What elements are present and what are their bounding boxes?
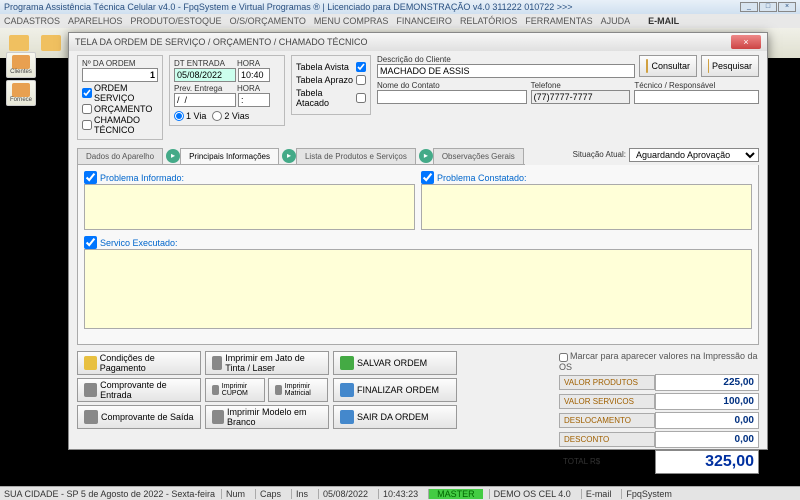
printer-icon (275, 385, 282, 395)
menu-aparelhos[interactable]: APARELHOS (68, 16, 122, 26)
chk-prob-constatado[interactable] (421, 171, 434, 184)
chk-atacado[interactable]: Tabela Atacado (296, 88, 366, 108)
radio-1via[interactable]: 1 Via (174, 111, 206, 121)
tab-principais-info[interactable]: Principais Informações (180, 148, 279, 164)
search-icon (708, 59, 709, 73)
printer-icon (84, 383, 97, 397)
printer-icon (212, 385, 219, 395)
arrow-icon: ▸ (419, 149, 433, 163)
arrow-icon: ▸ (166, 149, 180, 163)
menu-produto[interactable]: PRODUTO/ESTOQUE (130, 16, 221, 26)
exit-icon (340, 410, 354, 424)
chk-valores-impressao[interactable] (559, 353, 568, 362)
chk-aprazo[interactable]: Tabela Aprazo (296, 75, 366, 85)
window-close-button[interactable]: × (731, 35, 761, 49)
menu-email[interactable]: E-MAIL (648, 16, 679, 26)
check-icon (340, 383, 354, 397)
condicoes-button[interactable]: Condições de Pagamento (77, 351, 201, 375)
people-icon (12, 83, 30, 97)
sidebar-fornece[interactable]: Fornece (6, 80, 36, 106)
situacao-select[interactable]: Aguardando Aprovação (629, 148, 759, 162)
problema-informado-text[interactable] (84, 184, 415, 230)
status-master: MASTER (428, 489, 483, 499)
printer-icon (212, 410, 224, 424)
status-date: SUA CIDADE - SP 5 de Agosto de 2022 - Se… (4, 489, 215, 499)
menu-ajuda[interactable]: AJUDA (601, 16, 631, 26)
radio-2vias[interactable]: 2 Vias (212, 111, 249, 121)
salvar-button[interactable]: SALVAR ORDEM (333, 351, 457, 375)
maximize-button[interactable]: □ (759, 2, 777, 12)
check-icon (340, 356, 354, 370)
print-cupom-button[interactable]: Imprimir CUPOM (205, 378, 265, 402)
cliente-input[interactable] (377, 64, 635, 78)
chk-servico[interactable] (84, 236, 97, 249)
print-branco-button[interactable]: Imprimir Modelo em Branco (205, 405, 329, 429)
valor-servicos: 100,00 (655, 393, 759, 410)
printer-icon (84, 410, 98, 424)
chk-chamado[interactable]: CHAMADO TÉCNICO (82, 115, 158, 135)
close-button[interactable]: × (778, 2, 796, 12)
prev-dt-input[interactable] (174, 93, 236, 107)
order-num-input[interactable] (82, 68, 158, 82)
comp-entrada-button[interactable]: Comprovante de Entrada (77, 378, 201, 402)
valor-produtos: 225,00 (655, 374, 759, 391)
menu-cadastros[interactable]: CADASTROS (4, 16, 60, 26)
window-titlebar: TELA DA ORDEM DE SERVIÇO / ORÇAMENTO / C… (69, 33, 767, 51)
problema-constatado-text[interactable] (421, 184, 752, 230)
window-title: TELA DA ORDEM DE SERVIÇO / ORÇAMENTO / C… (75, 37, 368, 47)
main-panel: Problema Informado: Problema Constatado:… (77, 165, 759, 345)
coin-icon (84, 356, 97, 370)
tecnico-input[interactable] (634, 90, 759, 104)
menu-os[interactable]: O/S/ORÇAMENTO (230, 16, 306, 26)
contato-input[interactable] (377, 90, 527, 104)
app-titlebar: Programa Assistência Técnica Celular v4.… (0, 0, 800, 14)
tab-lista-produtos[interactable]: Lista de Produtos e Serviços (296, 148, 416, 164)
prev-hr-input[interactable] (238, 93, 270, 107)
finalizar-button[interactable]: FINALIZAR ORDEM (333, 378, 457, 402)
main-menu: CADASTROS APARELHOS PRODUTO/ESTOQUE O/S/… (0, 14, 800, 28)
chk-prob-informado[interactable] (84, 171, 97, 184)
print-matricial-button[interactable]: Imprimir Matricial (268, 378, 328, 402)
chk-avista[interactable]: Tabela Avista (296, 62, 366, 72)
folder-icon (9, 35, 29, 51)
menu-relatorios[interactable]: RELATÓRIOS (460, 16, 517, 26)
valor-total: 325,00 (655, 450, 759, 474)
status-fpq[interactable]: FpqSystem (621, 489, 676, 499)
people-icon (12, 55, 30, 69)
print-jato-button[interactable]: Imprimir em Jato de Tinta / Laser (205, 351, 329, 375)
folder-icon (41, 35, 61, 51)
hr-entrada-input[interactable] (238, 68, 270, 82)
telefone-input[interactable] (531, 90, 631, 104)
minimize-button[interactable]: _ (740, 2, 758, 12)
menu-compras[interactable]: MENU COMPRAS (314, 16, 389, 26)
tab-observacoes[interactable]: Observações Gerais (433, 148, 524, 164)
valor-deslocamento: 0,00 (655, 412, 759, 429)
chk-ordem-servico[interactable]: ORDEM SERVIÇO (82, 83, 158, 103)
menu-ferramentas[interactable]: FERRAMENTAS (525, 16, 592, 26)
search-icon (646, 59, 648, 73)
app-title: Programa Assistência Técnica Celular v4.… (4, 2, 573, 12)
dt-entrada-input[interactable] (174, 68, 236, 82)
chk-orcamento[interactable]: ORÇAMENTO (82, 104, 158, 114)
printer-icon (212, 356, 222, 370)
pesquisar-button[interactable]: Pesquisar (701, 55, 759, 77)
sidebar-clientes[interactable]: Clientes (6, 52, 36, 78)
sair-button[interactable]: SAIR DA ORDEM (333, 405, 457, 429)
servico-executado-text[interactable] (84, 249, 752, 329)
tab-dados-aparelho[interactable]: Dados do Aparelho (77, 148, 163, 164)
comp-saida-button[interactable]: Comprovante de Saída (77, 405, 201, 429)
consultar-button[interactable]: Consultar (639, 55, 697, 77)
status-email[interactable]: E-mail (581, 489, 616, 499)
statusbar: SUA CIDADE - SP 5 de Agosto de 2022 - Se… (0, 486, 800, 500)
arrow-icon: ▸ (282, 149, 296, 163)
menu-financeiro[interactable]: FINANCEIRO (396, 16, 452, 26)
tabs: Dados do Aparelho ▸ Principais Informaçõ… (77, 148, 525, 165)
order-num-label: Nº DA ORDEM (82, 59, 158, 68)
toolbar-btn[interactable] (36, 30, 66, 56)
valor-desconto: 0,00 (655, 431, 759, 448)
order-window: TELA DA ORDEM DE SERVIÇO / ORÇAMENTO / C… (68, 32, 768, 450)
sidebar: Clientes Fornece (6, 52, 36, 106)
